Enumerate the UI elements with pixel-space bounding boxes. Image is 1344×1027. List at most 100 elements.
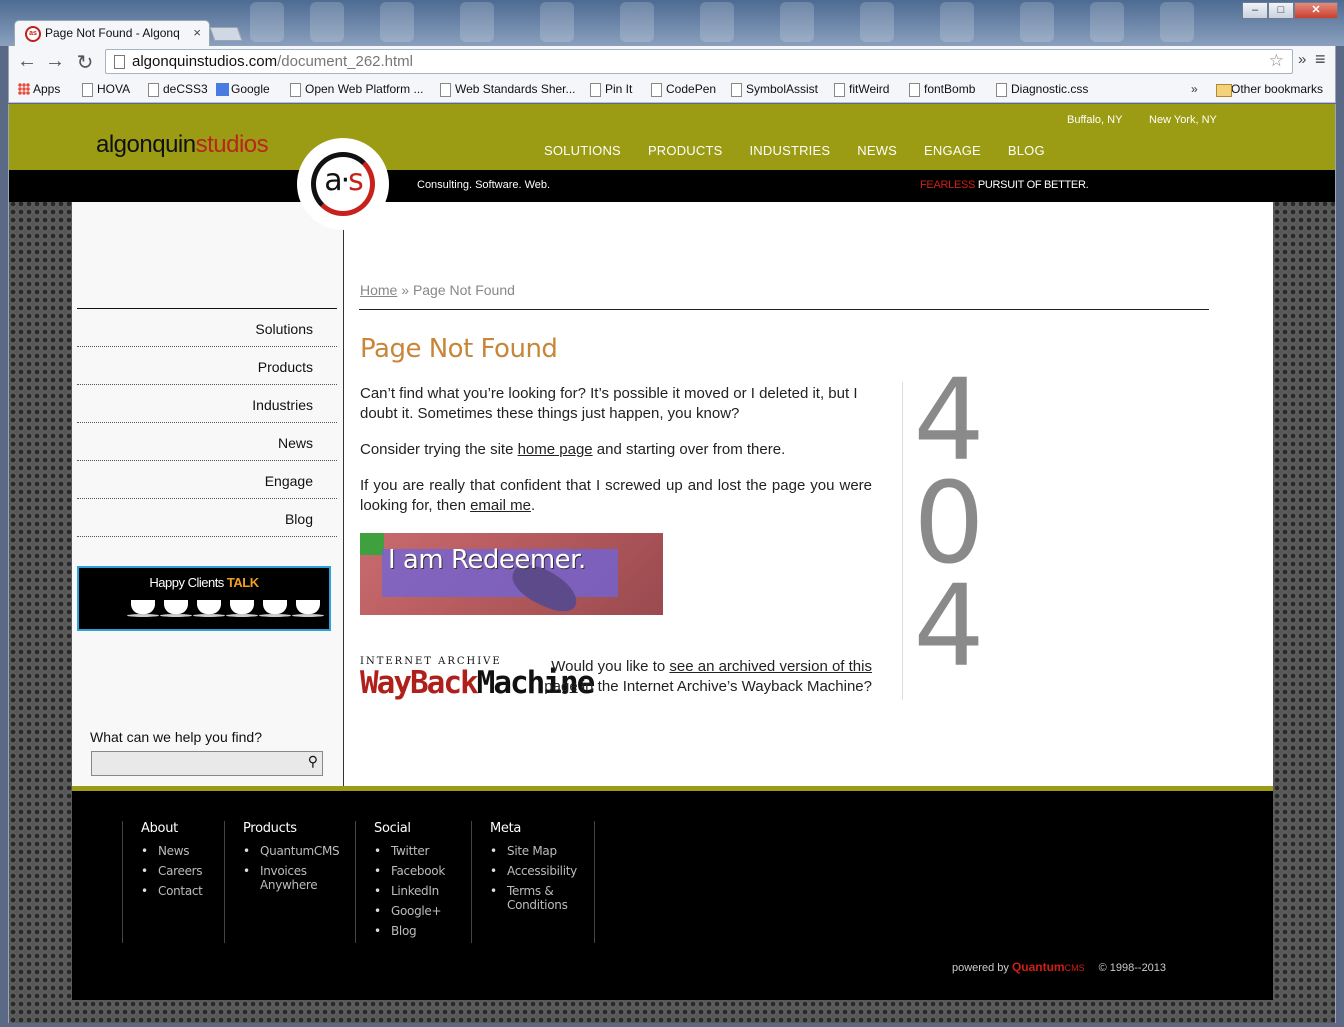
bookmark-star-icon[interactable]: ☆	[1269, 51, 1284, 71]
back-button[interactable]: ←	[15, 50, 39, 73]
forward-button[interactable]: →	[43, 50, 67, 73]
maximize-button[interactable]: □	[1268, 2, 1294, 19]
site-logo[interactable]: algonquinstudios	[96, 131, 269, 159]
bookmark-item[interactable]: Open Web Platform ...	[289, 82, 424, 97]
desktop-icon	[310, 2, 344, 42]
extensions-overflow-button[interactable]: »	[1298, 51, 1306, 68]
search-input[interactable]: ⚲	[91, 751, 323, 776]
page-viewport: algonquinstudios Buffalo, NY New York, N…	[8, 104, 1336, 1023]
footer-link[interactable]: Accessibility	[490, 864, 594, 878]
page-title: Page Not Found	[360, 334, 558, 364]
footer-link[interactable]: Careers	[141, 864, 224, 878]
sidebar-item-products[interactable]: Products	[77, 347, 337, 385]
footer-link[interactable]: Twitter	[374, 844, 471, 858]
footer-link[interactable]: QuantumCMS	[243, 844, 355, 858]
main-nav: SOLUTIONS PRODUCTS INDUSTRIES NEWS ENGAG…	[544, 143, 1072, 158]
nav-industries[interactable]: INDUSTRIES	[750, 143, 831, 158]
bookmark-item[interactable]: Web Standards Sher...	[439, 82, 576, 97]
desktop-icon	[860, 2, 894, 42]
breadcrumb-home-link[interactable]: Home	[360, 282, 397, 298]
footer-link[interactable]: LinkedIn	[374, 884, 471, 898]
tagline-bar: Consulting. Software. Web. FEARLESS PURS…	[9, 170, 1335, 202]
favicon-icon: as	[25, 26, 41, 42]
sidebar-item-blog[interactable]: Blog	[77, 499, 337, 537]
footer-link[interactable]: Blog	[374, 924, 471, 938]
search-icon[interactable]: ⚲	[308, 753, 318, 770]
browser-toolbar: ← → ↻ algonquinstudios.com/document_262.…	[8, 46, 1336, 78]
footer-heading: Products	[243, 821, 297, 836]
redeemer-image: I am Redeemer.	[360, 533, 663, 615]
bookmark-item[interactable]: Apps	[17, 82, 60, 96]
page-icon	[114, 55, 125, 69]
footer-heading: About	[141, 821, 178, 836]
email-paragraph: If you are really that confident that I …	[360, 477, 872, 514]
bookmark-item[interactable]: Google	[215, 82, 270, 96]
bookmark-item[interactable]: Pin It	[589, 82, 632, 97]
powered-by: powered by QuantumCMS © 1998--2013	[952, 960, 1167, 974]
desktop-icon	[1160, 2, 1194, 42]
tab-close-icon[interactable]: ×	[193, 25, 201, 40]
bookmarks-overflow-button[interactable]: »	[1191, 82, 1198, 96]
desktop-icon	[700, 2, 734, 42]
desktop-icon	[540, 2, 574, 42]
desktop-icon	[1020, 2, 1054, 42]
other-bookmarks-folder[interactable]: Other bookmarks	[1215, 82, 1323, 97]
home-page-link[interactable]: home page	[518, 441, 593, 458]
bookmark-item[interactable]: CodePen	[650, 82, 716, 97]
city-link-newyork[interactable]: New York, NY	[1149, 114, 1217, 126]
nav-engage[interactable]: ENGAGE	[924, 143, 981, 158]
big-404: 4 0 4	[913, 356, 985, 692]
quantumcms-logo[interactable]: Quantum	[1012, 960, 1065, 974]
address-bar[interactable]: algonquinstudios.com/document_262.html ☆	[105, 49, 1293, 74]
city-link-buffalo[interactable]: Buffalo, NY	[1067, 114, 1122, 126]
nav-products[interactable]: PRODUCTS	[648, 143, 723, 158]
bookmark-item[interactable]: Diagnostic.css	[995, 82, 1088, 97]
tagline: Consulting. Software. Web.	[417, 179, 551, 191]
footer-link[interactable]: News	[141, 844, 224, 858]
sidebar: Solutions Products Industries News Engag…	[72, 202, 344, 786]
wayback-paragraph: Would you like to see an archived versio…	[544, 658, 872, 695]
email-me-link[interactable]: email me	[470, 497, 531, 514]
window-controls: – □ ✕	[1242, 2, 1338, 19]
sidebar-item-news[interactable]: News	[77, 423, 337, 461]
footer-link[interactable]: Invoices Anywhere	[243, 864, 318, 892]
bookmarks-bar: Apps HOVA deCSS3 Google Open Web Platfor…	[8, 78, 1336, 103]
bookmark-item[interactable]: SymbolAssist	[730, 82, 818, 97]
happy-clients-banner[interactable]: Happy Clients TALK	[77, 566, 331, 631]
tab-title: Page Not Found - Algonq	[45, 26, 180, 40]
breadcrumb: Home » Page Not Found	[360, 282, 515, 298]
breadcrumb-divider	[359, 309, 1209, 310]
chrome-menu-icon[interactable]: ≡	[1315, 49, 1326, 70]
nav-blog[interactable]: BLOG	[1008, 143, 1045, 158]
site-header: algonquinstudios Buffalo, NY New York, N…	[9, 104, 1335, 170]
reload-button[interactable]: ↻	[73, 50, 97, 75]
sidebar-item-industries[interactable]: Industries	[77, 385, 337, 423]
sidebar-menu: Solutions Products Industries News Engag…	[77, 308, 337, 537]
vertical-divider	[902, 382, 903, 700]
bookmark-item[interactable]: fitWeird	[833, 82, 889, 97]
minimize-button[interactable]: –	[1242, 2, 1268, 19]
footer-col-social: Social Twitter Facebook LinkedIn Google+…	[355, 821, 471, 943]
bookmark-item[interactable]: HOVA	[81, 82, 130, 97]
badge-letters: a·s	[324, 163, 364, 198]
footer-link[interactable]: Contact	[141, 884, 224, 898]
bookmark-item[interactable]: deCSS3	[147, 82, 208, 97]
as-logo-badge[interactable]: a·s	[299, 140, 387, 228]
copyright: © 1998--2013	[1098, 962, 1167, 974]
desktop-icon	[1090, 2, 1124, 42]
footer-link[interactable]: Google+	[374, 904, 471, 918]
footer-link[interactable]: Terms & Conditions	[490, 884, 570, 912]
desktop-icon	[460, 2, 494, 42]
browser-tab[interactable]: as Page Not Found - Algonq ×	[14, 20, 210, 46]
bookmark-item[interactable]: fontBomb	[908, 82, 975, 97]
close-window-button[interactable]: ✕	[1294, 2, 1338, 19]
footer-link[interactable]: Site Map	[490, 844, 594, 858]
nav-solutions[interactable]: SOLUTIONS	[544, 143, 621, 158]
footer-link[interactable]: Facebook	[374, 864, 471, 878]
new-tab-button[interactable]	[209, 27, 243, 41]
nav-news[interactable]: NEWS	[857, 143, 897, 158]
address-url: algonquinstudios.com/document_262.html	[132, 53, 414, 70]
sidebar-item-engage[interactable]: Engage	[77, 461, 337, 499]
sidebar-item-solutions[interactable]: Solutions	[77, 309, 337, 347]
wayback-machine-logo[interactable]: INTERNET ARCHIVE WayBackMachine	[360, 656, 595, 712]
